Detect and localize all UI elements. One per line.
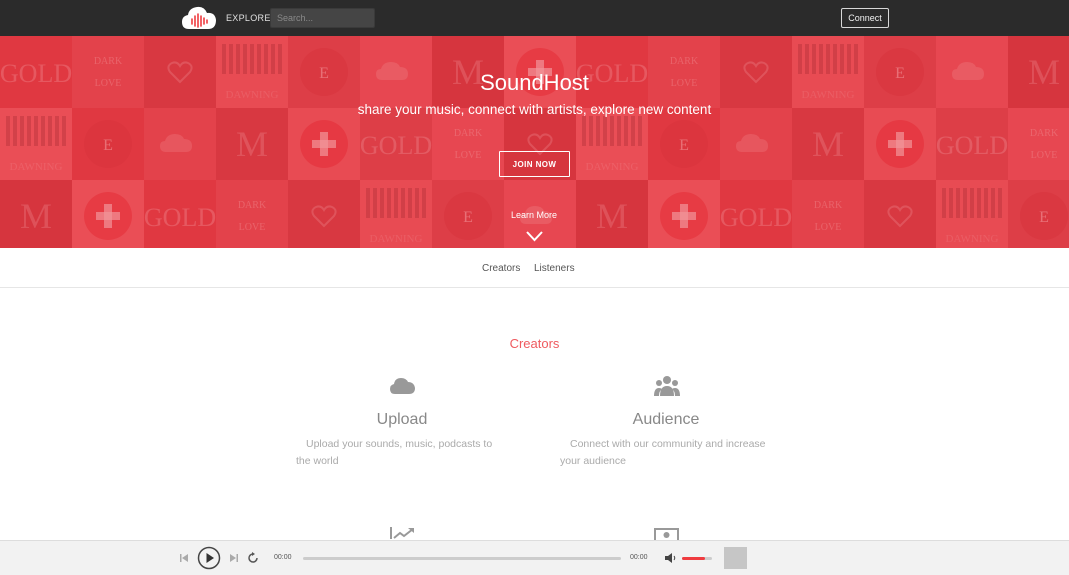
hero-title: SoundHost xyxy=(480,70,589,95)
next-track-icon[interactable] xyxy=(229,553,239,563)
seek-bar[interactable] xyxy=(303,557,621,560)
top-navbar: EXPLORE Connect xyxy=(0,0,1069,36)
feature-title-upload: Upload xyxy=(376,411,428,428)
volume-icon[interactable] xyxy=(665,553,677,563)
track-artwork xyxy=(724,547,747,569)
soundhost-logo-icon[interactable] xyxy=(181,5,217,31)
connect-button[interactable]: Connect xyxy=(841,8,889,28)
join-now-button[interactable]: JOIN NOW xyxy=(499,151,570,177)
audio-player-bar: 00:00 00:00 xyxy=(0,540,1069,575)
feature-desc-audience: Connect with our community and increase … xyxy=(560,438,766,467)
repeat-icon[interactable] xyxy=(247,552,259,564)
section-tabs: Creators Listeners xyxy=(0,248,1069,288)
learn-more-link[interactable]: Learn More xyxy=(484,210,584,220)
users-icon xyxy=(654,376,680,396)
play-button[interactable] xyxy=(197,546,221,570)
money-icon xyxy=(654,528,679,540)
chevron-down-icon[interactable] xyxy=(526,231,543,242)
tab-listeners[interactable]: Listeners xyxy=(534,263,575,274)
cloud-icon xyxy=(390,378,415,394)
explore-link[interactable]: EXPLORE xyxy=(226,13,271,23)
section-title-creators: Creators xyxy=(509,336,560,351)
volume-level xyxy=(682,557,705,560)
hero-banner: GOLDDARKLOVEDAWNINGEMGOLDDARKLOVEDAWNING… xyxy=(0,36,1069,248)
volume-slider[interactable] xyxy=(682,557,712,560)
feature-desc-upload: Upload your sounds, music, podcasts to t… xyxy=(296,438,493,467)
current-time: 00:00 xyxy=(274,554,292,561)
hero-subtitle: share your music, connect with artists, … xyxy=(357,102,712,117)
duration-time: 00:00 xyxy=(630,554,648,561)
previous-track-icon[interactable] xyxy=(179,553,189,563)
chart-icon xyxy=(390,527,414,539)
search-input[interactable] xyxy=(270,8,375,28)
feature-title-audience: Audience xyxy=(632,411,700,428)
tab-creators[interactable]: Creators xyxy=(482,263,520,274)
